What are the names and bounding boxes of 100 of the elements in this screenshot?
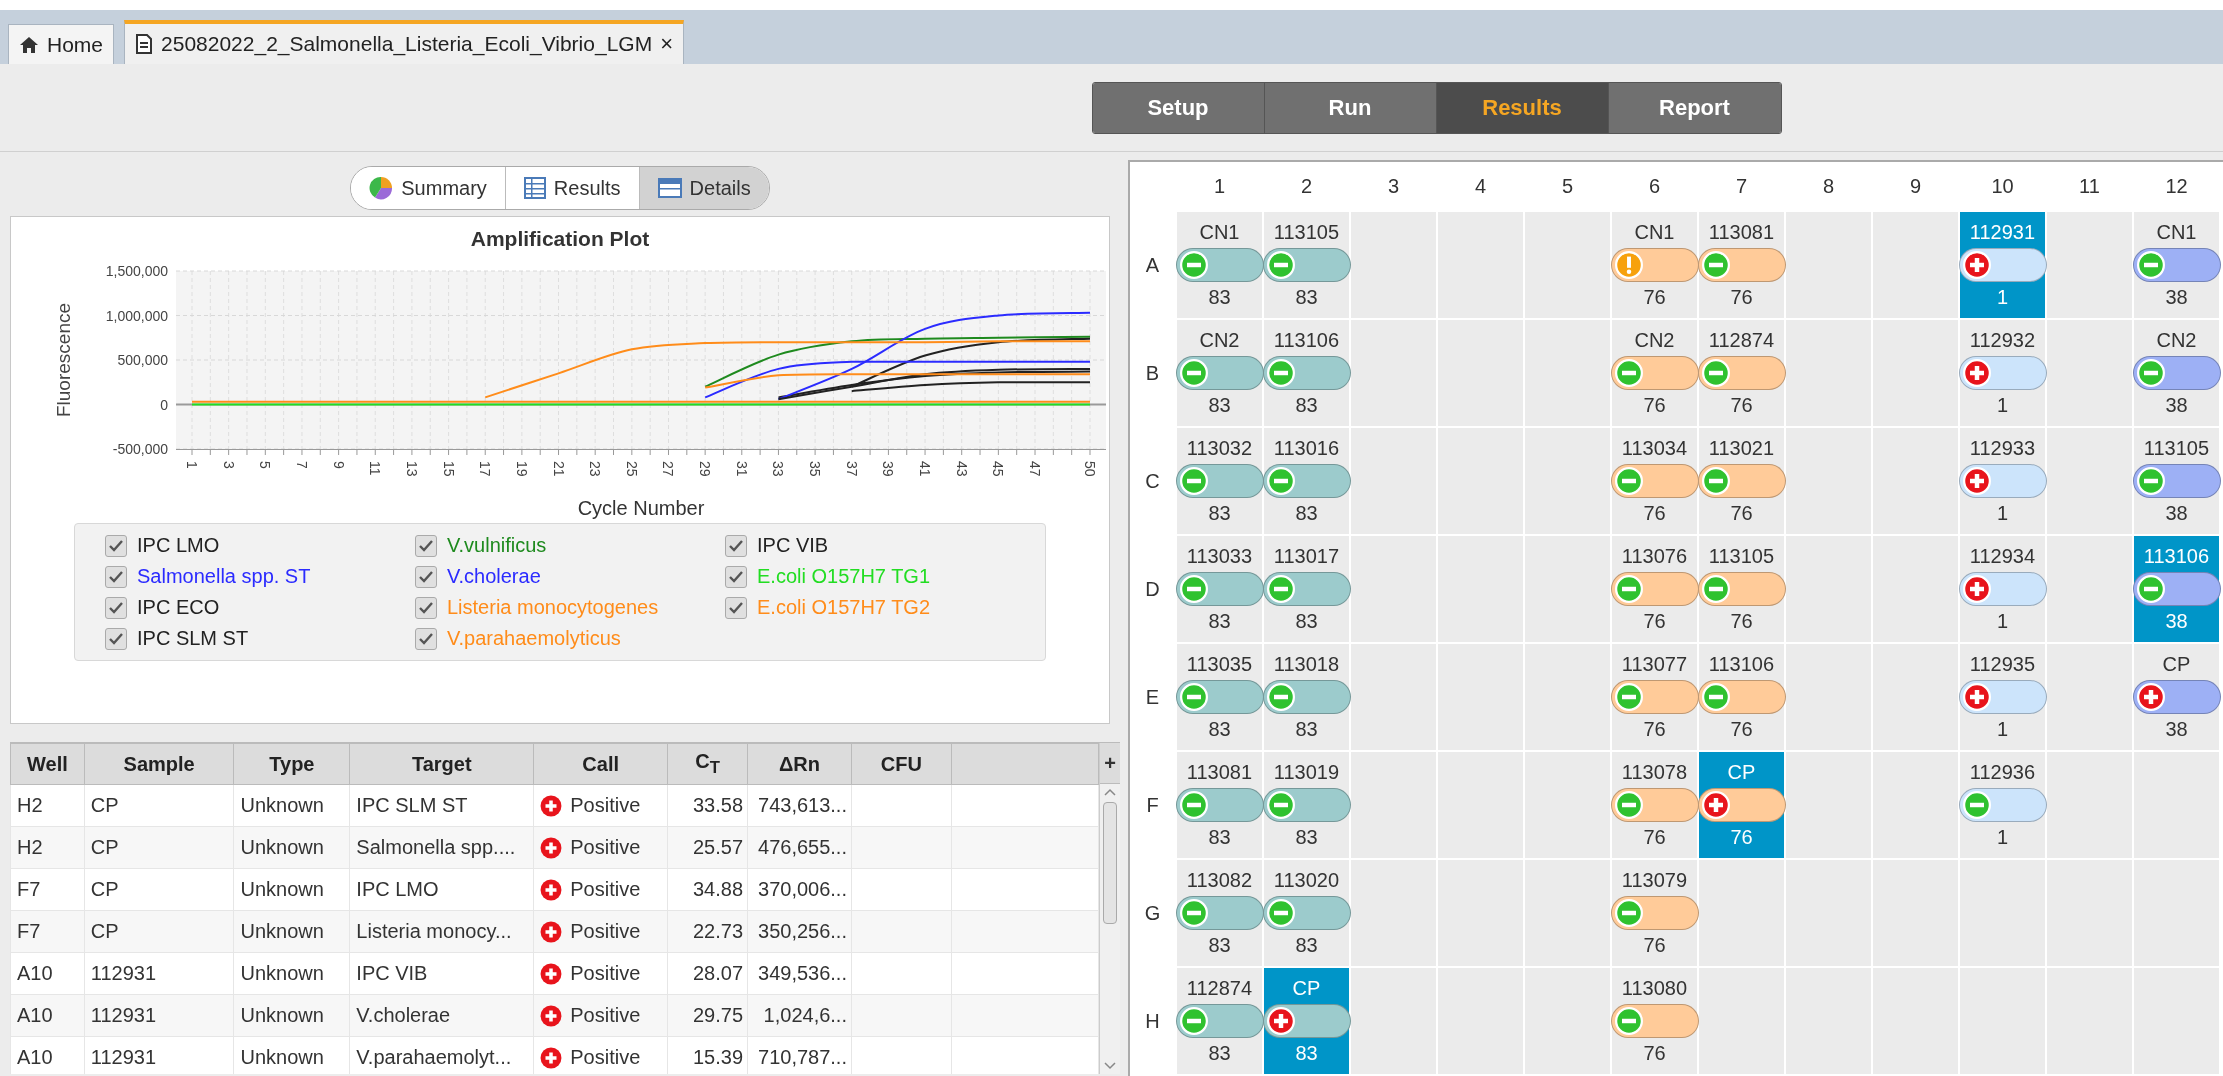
- sample-label: 113105: [2143, 437, 2210, 460]
- call-label: Positive: [570, 836, 641, 859]
- call-label: Positive: [570, 920, 641, 943]
- legend-label: V.vulnificus: [447, 534, 547, 557]
- sample-label: 113082: [1186, 869, 1253, 892]
- legend-label: V.parahaemolyticus: [447, 627, 621, 650]
- legend-label: Salmonella spp. ST: [137, 565, 311, 588]
- table-cell: F7: [10, 910, 85, 953]
- sample-label: 113035: [1186, 653, 1253, 676]
- legend-label: E.coli O157H7 TG2: [757, 596, 931, 619]
- table-cell: Unknown: [233, 952, 350, 995]
- well-value: 76: [1730, 718, 1753, 741]
- table-cell: Salmonella spp....: [349, 826, 534, 869]
- table-cell: H2: [10, 784, 85, 827]
- well-value: 1: [1996, 502, 2009, 525]
- sample-label: 113079: [1621, 869, 1688, 892]
- well-value: 1: [1996, 826, 2009, 849]
- table-cell: 33.58: [667, 784, 748, 827]
- well-value: 76: [1730, 394, 1753, 417]
- well-value: 38: [2165, 502, 2188, 525]
- sample-label: 112935: [1969, 653, 2036, 676]
- table-cell: 112931: [84, 994, 234, 1037]
- table-cell: 22.73: [667, 910, 748, 953]
- column-label: 12: [2165, 174, 2188, 198]
- tick-label: 500,000: [117, 352, 168, 368]
- well-value: 76: [1730, 286, 1753, 309]
- tick-label: 3: [220, 461, 237, 469]
- table-cell: CP: [84, 784, 234, 827]
- well-value: 83: [1295, 826, 1318, 849]
- sample-label: 113033: [1186, 545, 1253, 568]
- row-label: E: [1145, 685, 1160, 709]
- well-value: 83: [1295, 610, 1318, 633]
- table-cell: CP: [84, 868, 234, 911]
- well-value: 76: [1643, 286, 1666, 309]
- table-cell: H2: [10, 826, 85, 869]
- column-label: 10: [1991, 174, 2014, 198]
- well-value: 38: [2165, 286, 2188, 309]
- call-label: Positive: [570, 1004, 641, 1027]
- well-value: 83: [1208, 610, 1231, 633]
- well-value: 76: [1643, 934, 1666, 957]
- tick-label: 21: [550, 461, 567, 477]
- sample-label: CN2: [1634, 329, 1675, 352]
- tick-label: 47: [1027, 461, 1043, 477]
- table-cell: V.cholerae: [349, 994, 534, 1037]
- sample-label: 113034: [1621, 437, 1688, 460]
- well-value: 76: [1643, 394, 1666, 417]
- tick-label: -500,000: [112, 441, 168, 457]
- tick-label: 7: [293, 461, 310, 469]
- call-label: Positive: [570, 878, 641, 901]
- well-value: 83: [1295, 1042, 1318, 1065]
- column-label: 4: [1474, 174, 1487, 198]
- sample-label: CN1: [1199, 221, 1240, 244]
- sample-label: 113032: [1186, 437, 1253, 460]
- sample-label: CP: [2162, 653, 2191, 676]
- table-cell: Unknown: [233, 910, 350, 953]
- well-value: 38: [2165, 394, 2188, 417]
- table-cell: 29.75: [667, 994, 748, 1037]
- well-value: 83: [1208, 826, 1231, 849]
- call-label: Positive: [570, 1046, 641, 1069]
- sample-label: 113078: [1621, 761, 1688, 784]
- well-value: 1: [1996, 718, 2009, 741]
- sample-label: 112874: [1708, 329, 1775, 352]
- well-value: 83: [1208, 502, 1231, 525]
- well-value: 76: [1730, 610, 1753, 633]
- table-cell: 350,256...: [747, 910, 852, 953]
- tick-label: 5: [257, 461, 274, 469]
- row-label: C: [1145, 469, 1160, 493]
- sample-label: CN1: [1634, 221, 1675, 244]
- legend-label: IPC SLM ST: [137, 627, 249, 650]
- column-label: 1: [1213, 174, 1226, 198]
- well-value: 1: [1996, 286, 2009, 309]
- row-label: D: [1145, 577, 1160, 601]
- row-label: F: [1146, 793, 1159, 817]
- table-cell: IPC SLM ST: [349, 784, 534, 827]
- legend-label: E.coli O157H7 TG1: [757, 565, 931, 588]
- sample-label: 113021: [1708, 437, 1775, 460]
- well-value: 76: [1643, 718, 1666, 741]
- well-value: 83: [1295, 934, 1318, 957]
- sample-label: 113106: [1273, 329, 1340, 352]
- sample-label: 113018: [1273, 653, 1340, 676]
- table-cell: Unknown: [233, 868, 350, 911]
- well-value: 83: [1208, 286, 1231, 309]
- sample-label: 112936: [1969, 761, 2036, 784]
- chart-title: Amplification Plot: [470, 227, 650, 251]
- column-label: 5: [1561, 174, 1574, 198]
- tick-label: 1,500,000: [105, 263, 168, 279]
- table-cell: 25.57: [667, 826, 748, 869]
- sample-label: CN2: [2156, 329, 2197, 352]
- column-label: 9: [1909, 174, 1922, 198]
- well-value: 1: [1996, 610, 2009, 633]
- table-cell: 743,613...: [747, 784, 852, 827]
- sample-label: 113081: [1708, 221, 1775, 244]
- well-value: 76: [1643, 502, 1666, 525]
- sample-label: CN2: [1199, 329, 1240, 352]
- table-cell: 1,024,6...: [747, 994, 852, 1037]
- tick-label: 39: [880, 461, 897, 477]
- table-cell: CP: [84, 826, 234, 869]
- sample-label: 113105: [1273, 221, 1340, 244]
- table-cell: Unknown: [233, 784, 350, 827]
- table-cell: 476,655...: [747, 826, 852, 869]
